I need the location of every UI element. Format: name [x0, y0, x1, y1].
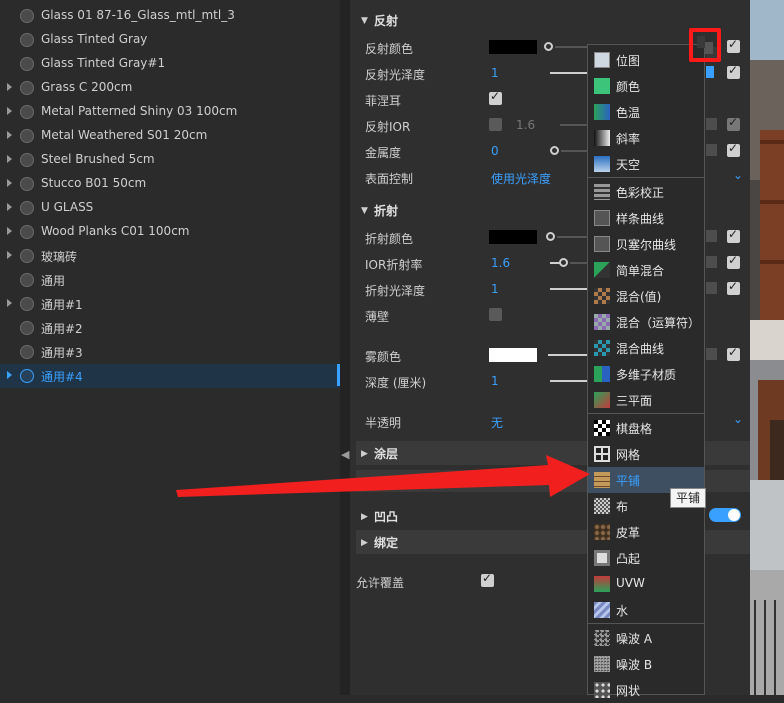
- red-arrow-icon: [176, 455, 590, 497]
- annotation-arrow: [176, 455, 590, 497]
